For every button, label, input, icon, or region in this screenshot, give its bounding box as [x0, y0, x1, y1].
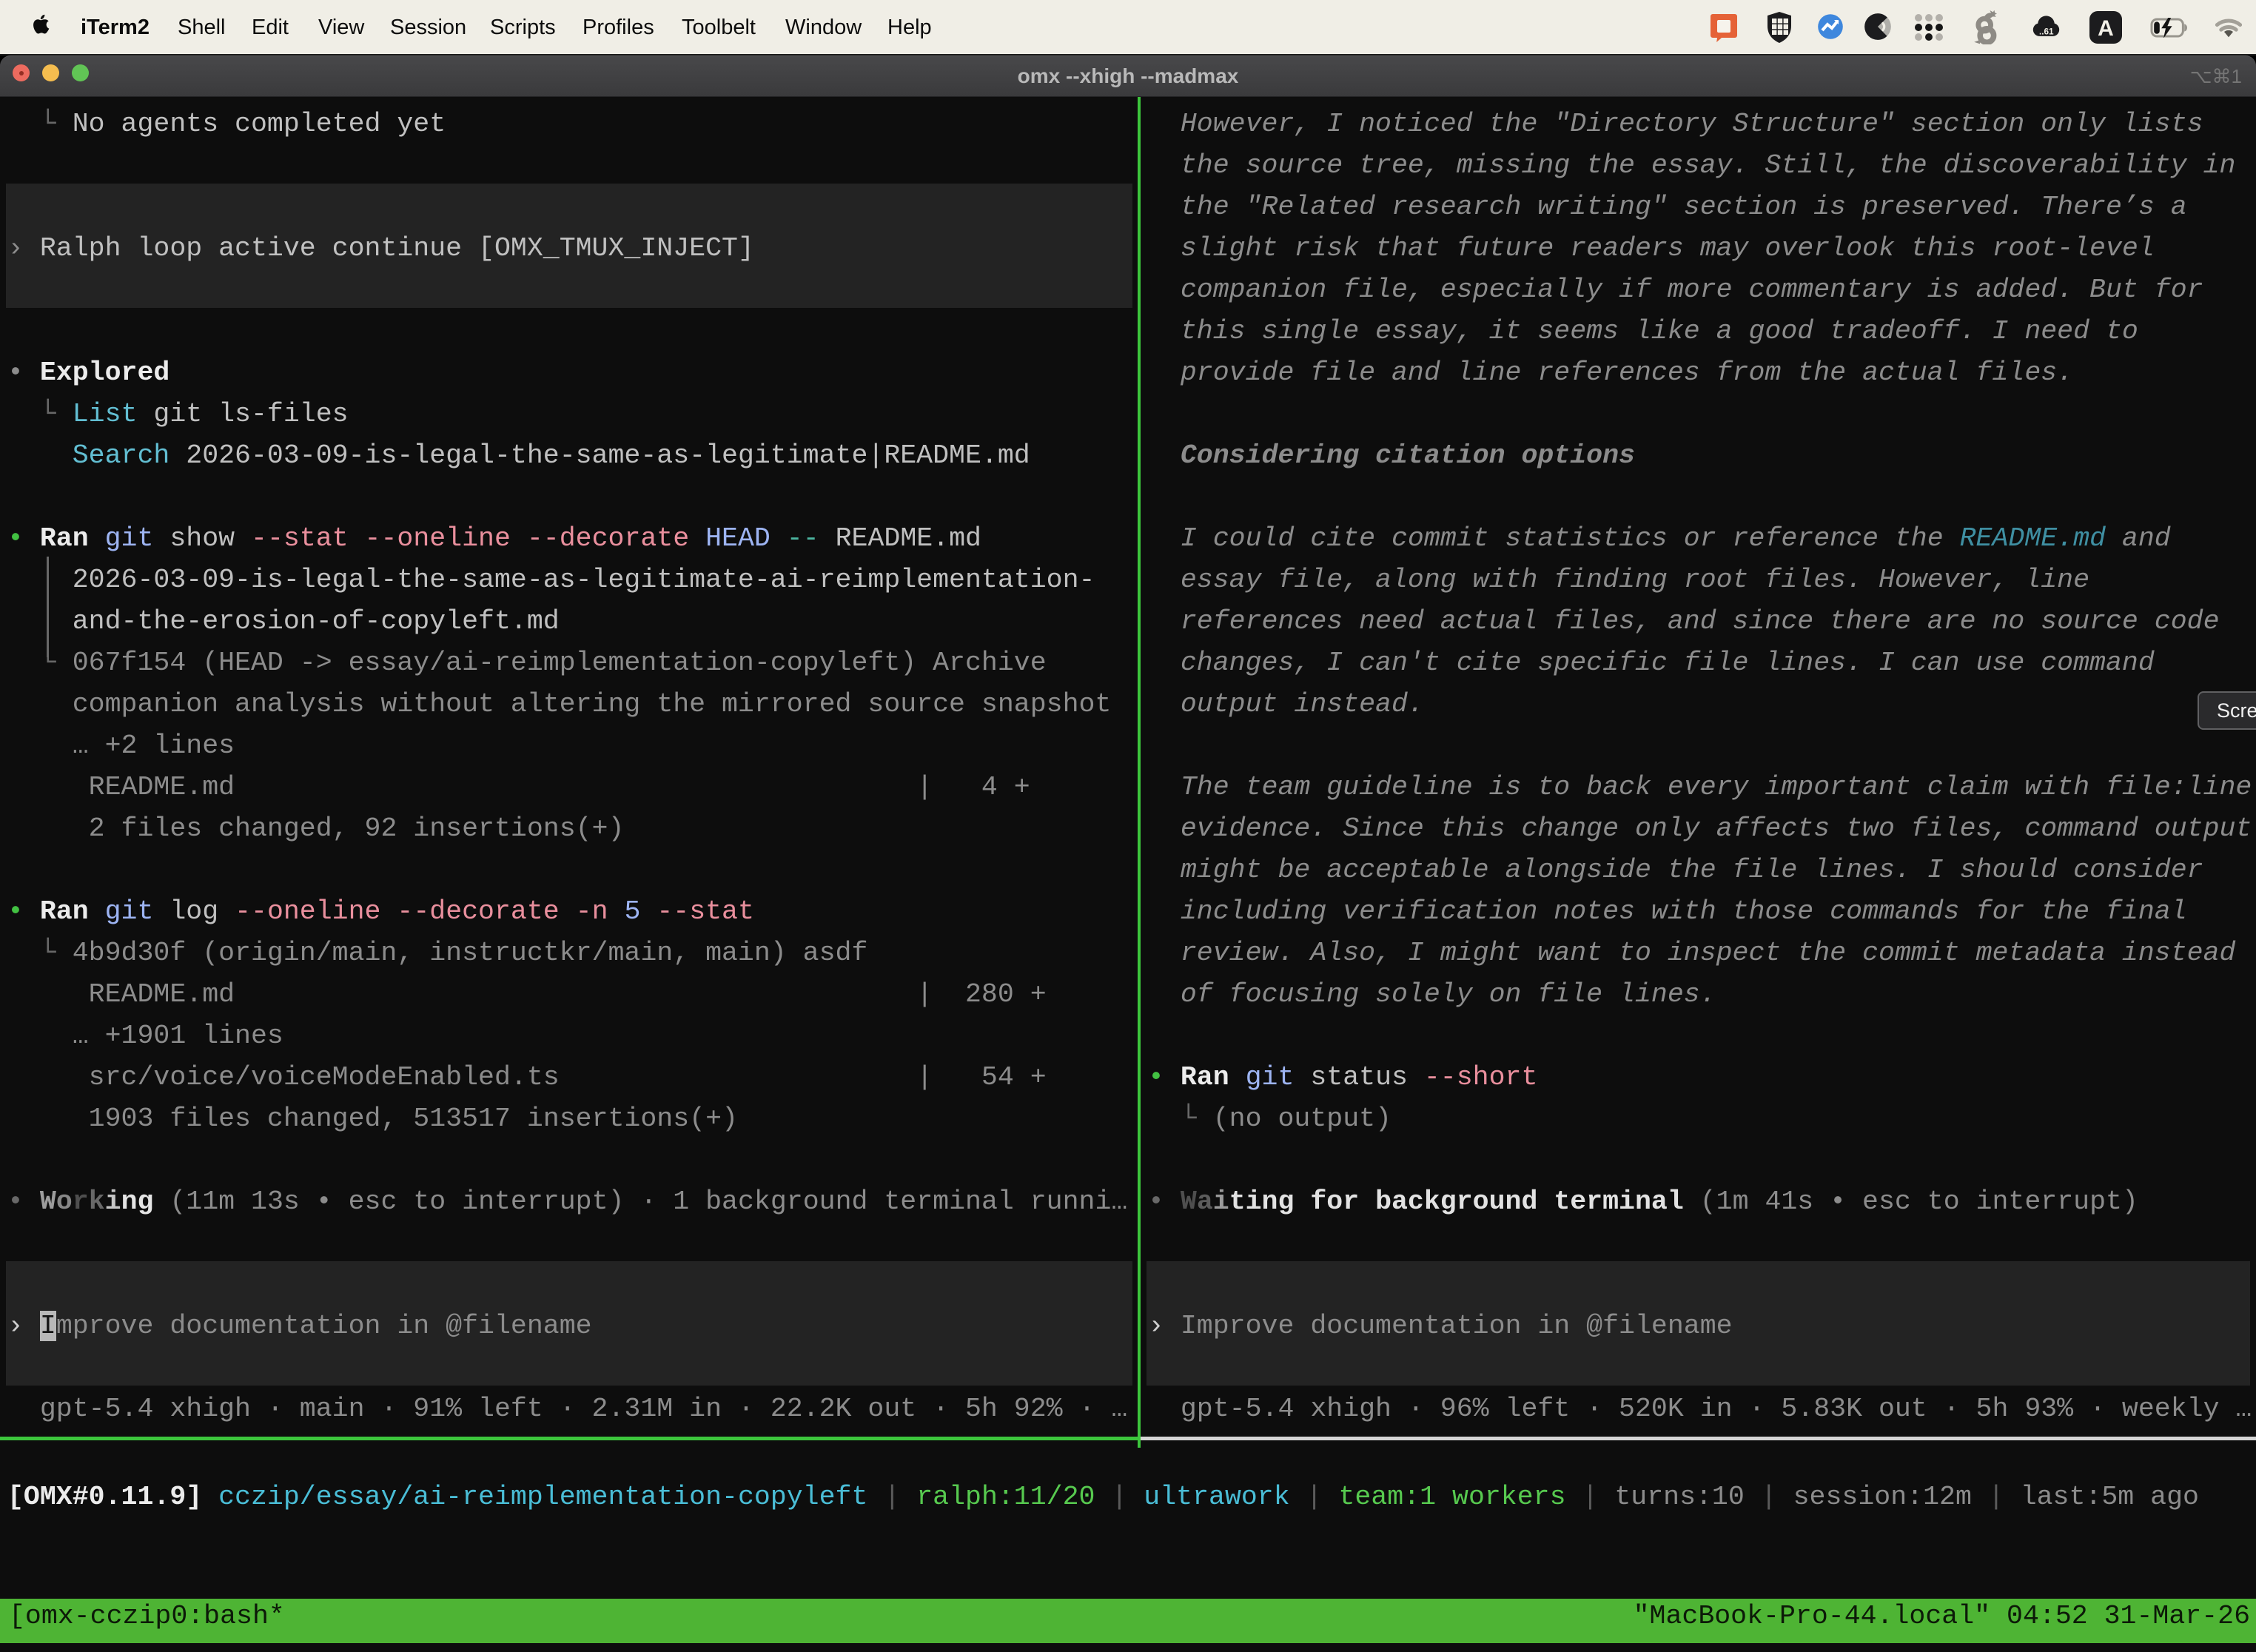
- svg-text:..61: ..61: [2039, 27, 2054, 36]
- svg-text:A: A: [2098, 16, 2114, 41]
